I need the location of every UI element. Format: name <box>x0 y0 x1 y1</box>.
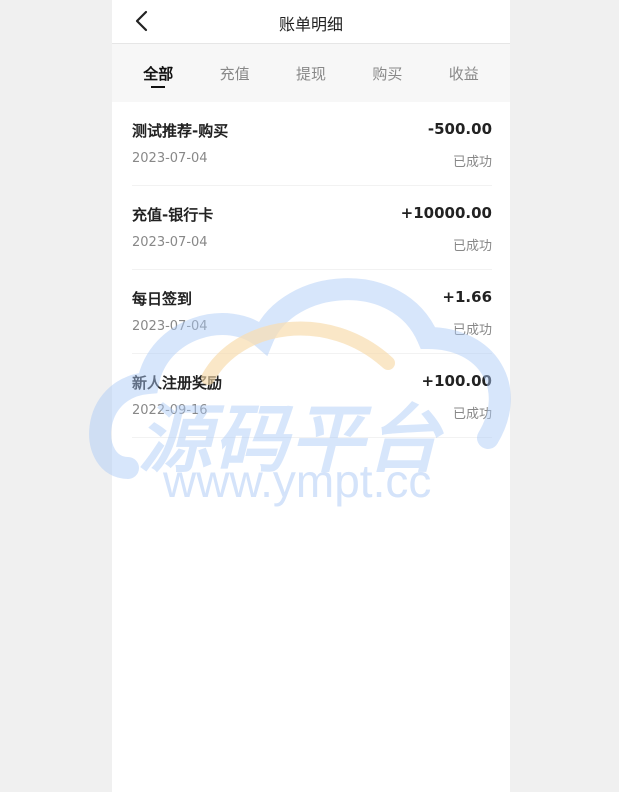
record-date: 2022-09-16 <box>132 403 208 418</box>
record-amount: -500.00 <box>427 120 492 138</box>
list-item[interactable]: 每日签到 +1.66 2023-07-04 已成功 <box>132 270 492 354</box>
list-item[interactable]: 充值-银行卡 +10000.00 2023-07-04 已成功 <box>132 186 492 270</box>
tab-label: 收益 <box>448 64 479 83</box>
record-status: 已成功 <box>452 239 492 254</box>
tab-label: 购买 <box>372 64 403 83</box>
list-item[interactable]: 新人注册奖励 +100.00 2022-09-16 已成功 <box>132 354 492 438</box>
filter-tabs: 全部 充值 提现 购买 收益 <box>112 44 510 102</box>
tab-recharge[interactable]: 充值 <box>216 57 254 90</box>
top-navigation-bar: 账单明细 <box>112 0 510 44</box>
list-item[interactable]: 测试推荐-购买 -500.00 2023-07-04 已成功 <box>132 102 492 186</box>
record-date: 2023-07-04 <box>132 319 208 334</box>
tab-withdraw[interactable]: 提现 <box>292 57 330 90</box>
tab-purchase[interactable]: 购买 <box>368 57 406 90</box>
active-tab-indicator <box>151 85 166 88</box>
record-name: 每日签到 <box>132 290 193 308</box>
tab-label: 充值 <box>219 64 250 83</box>
record-date: 2023-07-04 <box>132 235 208 250</box>
record-status: 已成功 <box>452 407 492 422</box>
bill-list: 测试推荐-购买 -500.00 2023-07-04 已成功 充值-银行卡 +1… <box>112 102 510 438</box>
record-name: 新人注册奖励 <box>132 374 223 392</box>
tab-all[interactable]: 全部 <box>139 57 177 90</box>
record-amount: +100.00 <box>421 372 492 390</box>
tab-label: 提现 <box>295 64 326 83</box>
tab-label: 全部 <box>143 64 174 83</box>
tab-earnings[interactable]: 收益 <box>445 57 483 90</box>
record-amount: +1.66 <box>442 288 492 306</box>
record-amount: +10000.00 <box>400 204 492 222</box>
record-name: 测试推荐-购买 <box>132 122 229 140</box>
app-screen: 账单明细 全部 充值 提现 购买 收益 测试推荐-购买 -500.00 2023… <box>112 0 510 792</box>
record-status: 已成功 <box>452 155 492 170</box>
page-title: 账单明细 <box>278 15 343 34</box>
record-status: 已成功 <box>452 323 492 338</box>
record-date: 2023-07-04 <box>132 151 208 166</box>
record-name: 充值-银行卡 <box>132 206 214 224</box>
